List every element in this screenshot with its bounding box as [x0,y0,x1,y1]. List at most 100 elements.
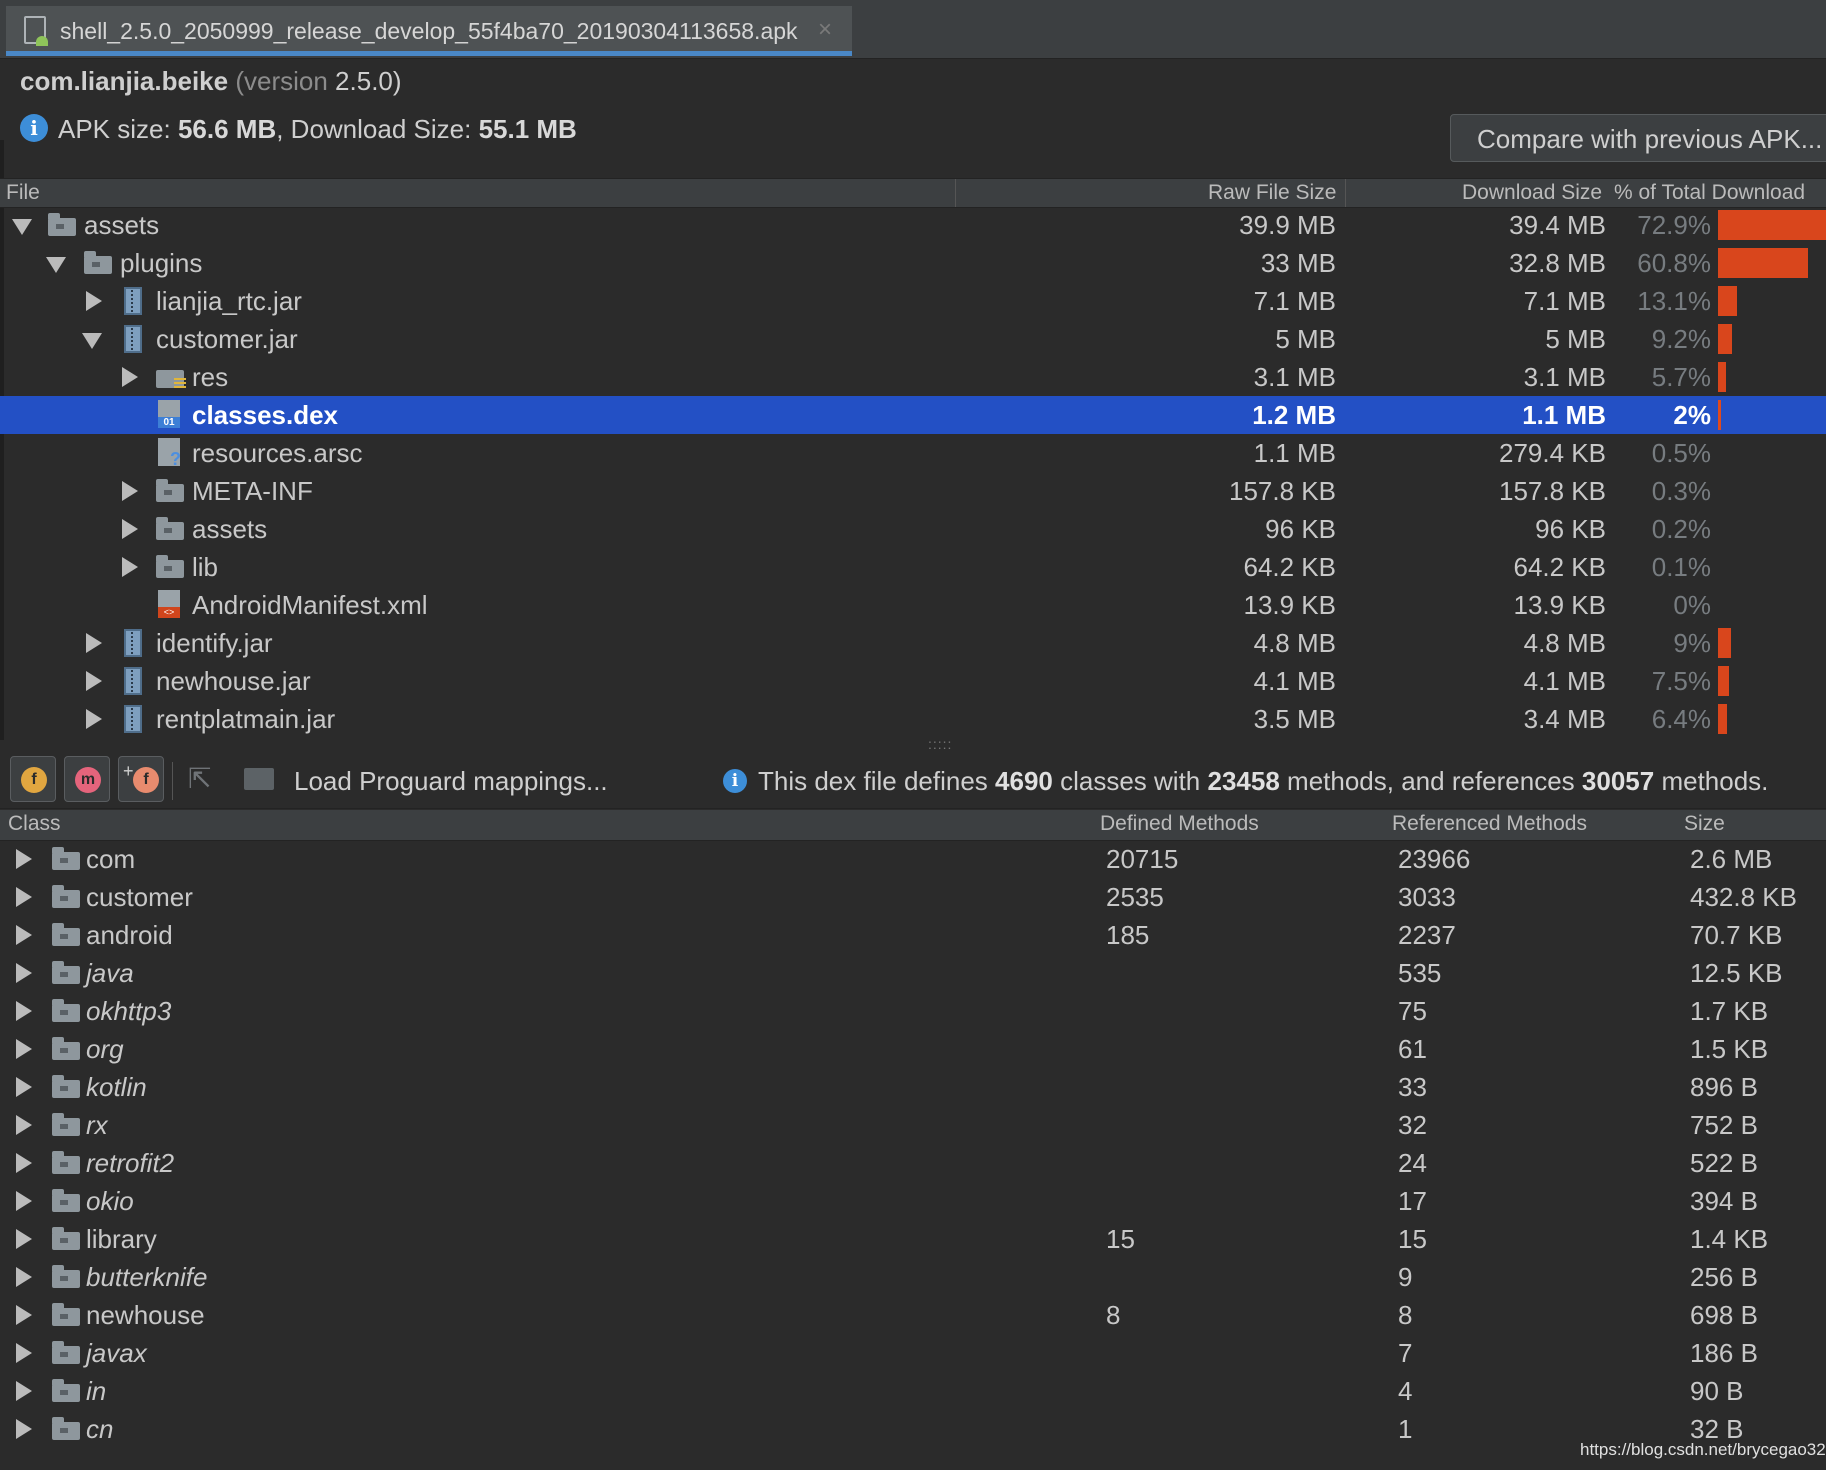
apk-size-line: APK size: 56.6 MB, Download Size: 55.1 M… [58,114,577,144]
splitter-grip-icon[interactable]: ::::: [928,736,952,752]
size-bar [1718,324,1732,354]
file-row[interactable]: lianjia_rtc.jar 7.1 MB 7.1 MB 13.1% [0,282,1826,320]
collapse-arrow-icon[interactable] [86,671,102,691]
collapse-arrow-icon[interactable] [16,963,32,983]
percent-total: 7.5% [1651,666,1711,696]
expand-arrow-icon[interactable] [82,333,102,349]
collapse-arrow-icon[interactable] [16,1343,32,1363]
class-row[interactable]: org 61 1.5 KB [0,1030,1826,1068]
column-divider[interactable] [1345,179,1346,207]
collapse-arrow-icon[interactable] [16,849,32,869]
column-referenced-methods[interactable]: Referenced Methods [1392,812,1587,836]
xml-file-icon [158,590,180,618]
class-row[interactable]: okhttp3 75 1.7 KB [0,992,1826,1030]
file-row[interactable]: assets 96 KB 96 KB 0.2% [0,510,1826,548]
file-row[interactable]: lib 64.2 KB 64.2 KB 0.1% [0,548,1826,586]
class-size: 1.5 KB [1690,1034,1769,1064]
column-divider[interactable] [955,179,956,207]
column-file[interactable]: File [6,181,40,205]
compare-apk-button[interactable]: Compare with previous APK... [1450,114,1826,162]
package-icon [52,885,80,908]
class-row[interactable]: retrofit2 24 522 B [0,1144,1826,1182]
collapse-arrow-icon[interactable] [16,1381,32,1401]
class-row[interactable]: newhouse 8 8 698 B [0,1296,1826,1334]
download-size: 279.4 KB [1499,438,1606,468]
download-size: 157.8 KB [1499,476,1606,506]
class-row[interactable]: android 185 2237 70.7 KB [0,916,1826,954]
class-row[interactable]: library 15 15 1.4 KB [0,1220,1826,1258]
class-size: 12.5 KB [1690,958,1783,988]
collapse-arrow-icon[interactable] [122,519,138,539]
referenced-methods: 535 [1398,958,1442,988]
class-row[interactable]: javax 7 186 B [0,1334,1826,1372]
file-row[interactable]: res 3.1 MB 3.1 MB 5.7% [0,358,1826,396]
column-percent-total[interactable]: % of Total Download [1614,181,1805,205]
column-defined-methods[interactable]: Defined Methods [1100,812,1259,836]
collapse-arrow-icon[interactable] [16,1153,32,1173]
class-row[interactable]: customer 2535 3033 432.8 KB [0,878,1826,916]
tree-view-icon[interactable]: ⇱ [188,762,218,796]
class-row[interactable]: kotlin 33 896 B [0,1068,1826,1106]
show-fields-button[interactable]: f [10,756,56,802]
file-row[interactable]: customer.jar 5 MB 5 MB 9.2% [0,320,1826,358]
column-class[interactable]: Class [8,812,61,836]
class-size: 256 B [1690,1262,1758,1292]
show-referenced-button[interactable]: f [118,756,164,802]
collapse-arrow-icon[interactable] [16,1191,32,1211]
column-raw-size[interactable]: Raw File Size [1208,181,1336,205]
raw-size: 4.8 MB [1253,628,1336,658]
class-row[interactable]: okio 17 394 B [0,1182,1826,1220]
jar-icon [124,629,142,657]
panel-splitter[interactable] [0,738,1826,746]
class-size: 186 B [1690,1338,1758,1368]
apk-file-tab[interactable]: shell_2.5.0_2050999_release_develop_55f4… [6,6,852,56]
expand-arrow-icon[interactable] [12,219,32,235]
collapse-arrow-icon[interactable] [122,481,138,501]
file-row[interactable]: META-INF 157.8 KB 157.8 KB 0.3% [0,472,1826,510]
file-row-selected[interactable]: classes.dex 1.2 MB 1.1 MB 2% [0,396,1826,434]
close-tab-icon[interactable]: × [818,16,832,44]
file-row[interactable]: assets 39.9 MB 39.4 MB 72.9% [0,206,1826,244]
folder-icon [156,479,184,502]
collapse-arrow-icon[interactable] [16,1039,32,1059]
file-row[interactable]: rentplatmain.jar 3.5 MB 3.4 MB 6.4% [0,700,1826,738]
class-row[interactable]: cn 1 32 B [0,1410,1826,1448]
size-bar [1718,666,1729,696]
class-row[interactable]: in 4 90 B [0,1372,1826,1410]
collapse-arrow-icon[interactable] [16,1115,32,1135]
class-row[interactable]: butterknife 9 256 B [0,1258,1826,1296]
percent-total: 5.7% [1651,362,1711,392]
summary-text: classes with [1060,766,1201,796]
collapse-arrow-icon[interactable] [16,1419,32,1439]
collapse-arrow-icon[interactable] [16,925,32,945]
load-proguard-button[interactable]: Load Proguard mappings... [294,766,608,797]
file-row[interactable]: plugins 33 MB 32.8 MB 60.8% [0,244,1826,282]
dex-toolbar: f m f ⇱ Load Proguard mappings... i This… [0,752,1826,809]
collapse-arrow-icon[interactable] [122,367,138,387]
file-row[interactable]: resources.arsc 1.1 MB 279.4 KB 0.5% [0,434,1826,472]
collapse-arrow-icon[interactable] [16,887,32,907]
collapse-arrow-icon[interactable] [86,291,102,311]
folder-open-icon[interactable] [244,768,274,790]
collapse-arrow-icon[interactable] [16,1305,32,1325]
collapse-arrow-icon[interactable] [16,1229,32,1249]
column-size[interactable]: Size [1684,812,1725,836]
collapse-arrow-icon[interactable] [86,709,102,729]
column-download-size[interactable]: Download Size [1462,181,1602,205]
file-row[interactable]: identify.jar 4.8 MB 4.8 MB 9% [0,624,1826,662]
class-row[interactable]: java 535 12.5 KB [0,954,1826,992]
class-row[interactable]: com 20715 23966 2.6 MB [0,840,1826,878]
raw-size: 3.5 MB [1253,704,1336,734]
collapse-arrow-icon[interactable] [122,557,138,577]
expand-arrow-icon[interactable] [46,257,66,273]
jar-icon [124,705,142,733]
collapse-arrow-icon[interactable] [16,1001,32,1021]
referenced-methods: 7 [1398,1338,1413,1368]
collapse-arrow-icon[interactable] [16,1267,32,1287]
file-row[interactable]: newhouse.jar 4.1 MB 4.1 MB 7.5% [0,662,1826,700]
show-methods-button[interactable]: m [64,756,110,802]
file-row[interactable]: AndroidManifest.xml 13.9 KB 13.9 KB 0% [0,586,1826,624]
collapse-arrow-icon[interactable] [86,633,102,653]
collapse-arrow-icon[interactable] [16,1077,32,1097]
class-row[interactable]: rx 32 752 B [0,1106,1826,1144]
